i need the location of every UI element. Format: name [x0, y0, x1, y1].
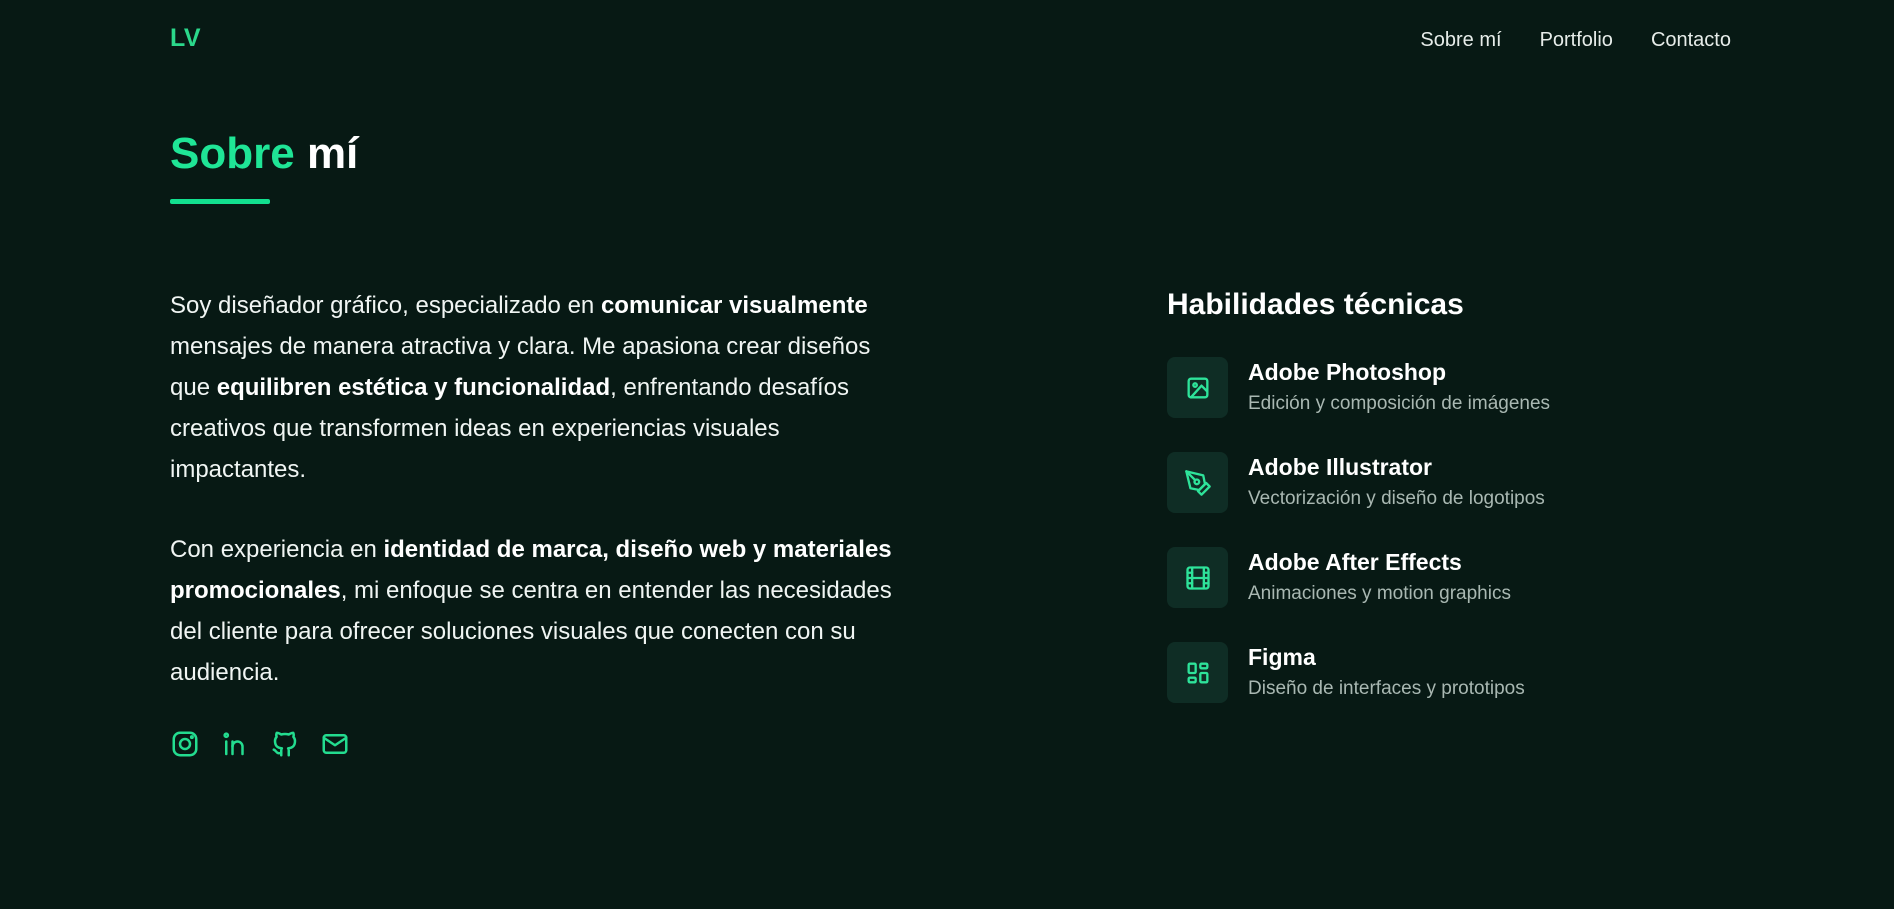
about-p1-text-1: Soy diseñador gráfico, especializado en: [170, 292, 601, 319]
section-title-rest: mí: [306, 129, 359, 178]
nav-link-portfolio[interactable]: Portfolio: [1540, 28, 1613, 52]
social-links: [170, 729, 350, 759]
mail-icon[interactable]: [320, 729, 350, 759]
image-icon: [1167, 357, 1228, 418]
about-paragraph-1: Soy diseñador gráfico, especializado en …: [170, 285, 895, 490]
skill-description: Diseño de interfaces y prototipos: [1248, 678, 1525, 699]
skill-description: Animaciones y motion graphics: [1248, 583, 1511, 604]
section-title: Sobre mí: [170, 126, 358, 182]
skill-item-photoshop: Adobe Photoshop Edición y composición de…: [1167, 357, 1687, 419]
about-text: Soy diseñador gráfico, especializado en …: [170, 285, 895, 732]
skill-name: Adobe Photoshop: [1248, 359, 1447, 385]
skill-description: Vectorización y diseño de logotipos: [1248, 488, 1545, 509]
skills-title: Habilidades técnicas: [1167, 288, 1464, 321]
title-underline: [170, 199, 270, 204]
github-icon[interactable]: [270, 729, 300, 759]
about-p2-text-1: Con experiencia en: [170, 536, 384, 563]
main-nav: Sobre mí Portfolio Contacto: [1420, 28, 1731, 52]
about-p1-bold-1: comunicar visualmente: [600, 292, 868, 319]
about-paragraph-2: Con experiencia en identidad de marca, d…: [170, 529, 895, 693]
skill-name: Adobe Illustrator: [1248, 454, 1433, 480]
skill-name: Adobe After Effects: [1248, 549, 1462, 575]
instagram-icon[interactable]: [170, 729, 200, 759]
pen-tool-icon: [1167, 452, 1228, 513]
site-header: LV Sobre mí Portfolio Contacto: [0, 0, 1894, 80]
nav-link-sobre-mi[interactable]: Sobre mí: [1420, 28, 1501, 52]
section-title-accent: Sobre: [170, 129, 295, 178]
linkedin-icon[interactable]: [220, 729, 250, 759]
film-icon: [1167, 547, 1228, 608]
layout-icon: [1167, 642, 1228, 703]
skill-description: Edición y composición de imágenes: [1248, 393, 1551, 414]
skill-item-illustrator: Adobe Illustrator Vectorización y diseño…: [1167, 452, 1687, 514]
logo[interactable]: LV: [170, 24, 201, 53]
about-p1-bold-2: equilibren estética y funcionalidad: [216, 374, 611, 401]
nav-link-contacto[interactable]: Contacto: [1651, 28, 1731, 52]
skill-name: Figma: [1248, 644, 1316, 670]
skill-item-after-effects: Adobe After Effects Animaciones y motion…: [1167, 547, 1687, 609]
skill-item-figma: Figma Diseño de interfaces y prototipos: [1167, 642, 1687, 704]
